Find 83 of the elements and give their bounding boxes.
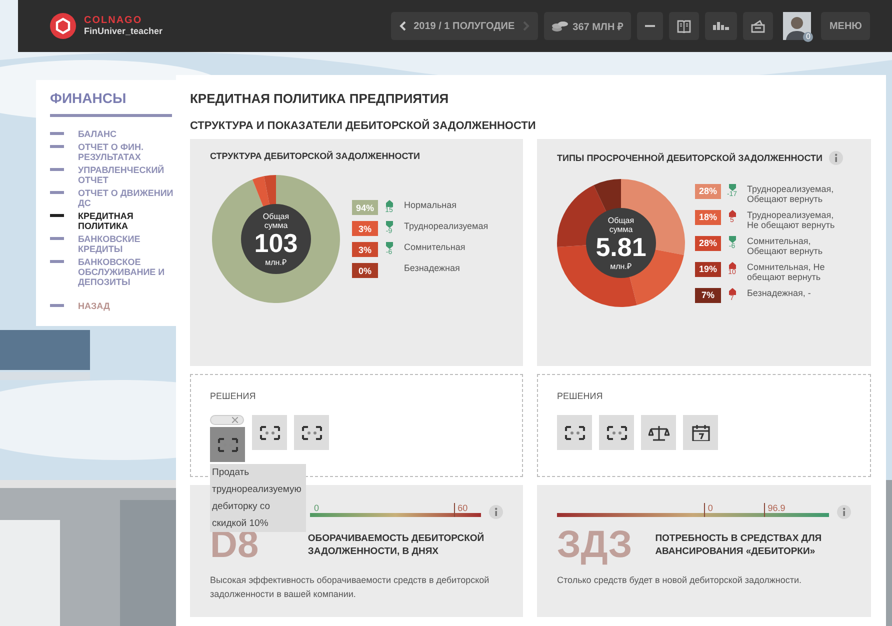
- logo-icon: [50, 13, 76, 39]
- sidebar-item[interactable]: ОТЧЕТ О ДВИЖЕНИИ ДС: [50, 188, 176, 208]
- decisions-title: РЕШЕНИЯ: [557, 391, 604, 401]
- balance-button[interactable]: 367 МЛН ₽: [544, 12, 632, 40]
- legend-label: Безнадежная, -: [747, 288, 812, 298]
- decision-tile[interactable]: [683, 415, 718, 450]
- coins-icon: [552, 19, 568, 33]
- sidebar-item[interactable]: УПРАВЛЕНЧЕСКИЙ ОТЧЕТ: [50, 165, 176, 185]
- share-badge: 0%: [352, 263, 378, 278]
- total-unit: млн.₽: [265, 256, 287, 266]
- decision-tile[interactable]: [294, 415, 329, 450]
- percent-frame-icon: [218, 438, 238, 452]
- legend-label: Труднореализуемая, Обещают вернуть: [747, 184, 835, 204]
- page-title: КРЕДИТНАЯ ПОЛИТИКА ПРЕДПРИЯТИЯ: [190, 91, 450, 106]
- info-icon[interactable]: [828, 151, 842, 165]
- chart-title: ТИПЫ ПРОСРОЧЕННОЙ ДЕБИТОРСКОЙ ЗАДОЛЖЕННОСТИ: [557, 153, 822, 163]
- info-icon[interactable]: [489, 505, 503, 519]
- legend-label: Безнадежная: [404, 263, 460, 273]
- total-value: 103: [254, 230, 298, 256]
- percent-frame-icon: [260, 426, 280, 440]
- chart-title: СТРУКТУРА ДЕБИТОРСКОЙ ЗАДОЛЖЕННОСТИ: [210, 151, 420, 161]
- scales-icon: [648, 424, 670, 440]
- avatar-icon[interactable]: [783, 12, 812, 40]
- calendar-icon: [692, 424, 710, 440]
- legend-label: Нормальная: [404, 200, 456, 210]
- notification-badge: 0: [803, 32, 814, 42]
- book-button[interactable]: [669, 12, 700, 40]
- legend-label: Труднореализуемая: [404, 221, 488, 231]
- menu-button[interactable]: МЕНЮ: [821, 12, 870, 40]
- sidebar-item[interactable]: КРЕДИТНАЯ ПОЛИТИКА: [50, 211, 176, 231]
- percent-frame-icon: [564, 426, 584, 440]
- minus-icon: [645, 25, 656, 27]
- share-badge: 28%: [695, 184, 721, 198]
- total-caption: Общая сумма: [606, 216, 636, 234]
- indicator-code: ЗДЗ: [557, 525, 634, 565]
- percent-frame-icon: [606, 426, 626, 440]
- decision-tile[interactable]: [252, 415, 287, 450]
- decision-tile[interactable]: [210, 427, 245, 462]
- indicator-title: ОБОРАЧИВАЕМОСТЬ ДЕБИТОРСКОЙ ЗАДОЛЖЕННОСТИ, В ДНЯХ: [308, 532, 486, 558]
- share-badge: 19%: [695, 262, 721, 276]
- chart-button[interactable]: [705, 12, 738, 40]
- period-label: 2019 / 1 ПОЛУГОДИЕ: [412, 20, 516, 32]
- share-badge: 3%: [352, 221, 378, 236]
- share-badge: 18%: [695, 210, 721, 224]
- total-value: 5.81: [596, 234, 646, 260]
- chevron-right-icon: [522, 20, 530, 30]
- indicator-title: ПОТРЕБНОСТЬ В СРЕДСТВАХ ДЛЯ АВАНСИРОВАНИЯ «ДЕБИТОРКИ»: [655, 532, 823, 558]
- book-icon: [677, 20, 692, 32]
- legend-label: Труднореализуемая, Не обещают вернуть: [747, 210, 836, 230]
- section-title: СТРУКТУРА И ПОКАЗАТЕЛИ ДЕБИТОРСКОЙ ЗАДОЛЖЕННОСТИ: [190, 120, 537, 132]
- gauge-marker: 0: [313, 503, 320, 515]
- chevron-left-icon: [398, 20, 406, 30]
- inbox-button[interactable]: [743, 12, 774, 40]
- sidebar-title: ФИНАНСЫ: [50, 90, 172, 117]
- share-badge: 28%: [695, 236, 721, 250]
- indicator-note: Высокая эффективность оборачиваемости средств в дебиторской задолженности в вашей компании.: [210, 574, 490, 601]
- user-name: FinUniver_teacher: [84, 26, 163, 36]
- info-icon[interactable]: [837, 505, 851, 519]
- share-badge: 94%: [352, 200, 378, 215]
- legend-label: Сомнительная: [404, 242, 466, 252]
- collapse-button[interactable]: [637, 12, 664, 40]
- share-badge: 3%: [352, 242, 378, 257]
- bar-chart-icon: [713, 22, 730, 30]
- total-unit: млн.₽: [610, 260, 632, 270]
- decision-tile[interactable]: [641, 415, 676, 450]
- total-caption: Общая сумма: [262, 212, 290, 230]
- share-badge: 7%: [695, 288, 721, 302]
- indicator-note: Столько средств будет в новой дебиторской задолжности.: [557, 574, 803, 587]
- close-icon: [232, 417, 238, 423]
- sidebar-item[interactable]: БАНКОВСКОЕ ОБСЛУЖИВАНИЕ И ДЕПОЗИТЫ: [50, 257, 176, 287]
- tray-icon: [751, 20, 766, 32]
- sidebar-item[interactable]: БАНКОВСКИЕ КРЕДИТЫ: [50, 234, 176, 254]
- decision-tile[interactable]: [557, 415, 592, 450]
- toggle-switch[interactable]: [210, 415, 244, 425]
- percent-frame-icon: [302, 426, 322, 440]
- legend-label: Сомнительная, Обещают вернуть: [747, 236, 824, 256]
- legend-label: Сомнительная, Не обещают вернуть: [747, 262, 826, 282]
- back-link[interactable]: НАЗАД: [50, 301, 176, 311]
- brand-name: COLNAGO: [84, 16, 144, 26]
- sidebar-item[interactable]: БАЛАНС: [50, 129, 176, 139]
- decision-tile[interactable]: [599, 415, 634, 450]
- decisions-title: РЕШЕНИЯ: [210, 391, 257, 401]
- sidebar-item[interactable]: ОТЧЕТ О ФИН. РЕЗУЛЬТАТАХ: [50, 142, 176, 162]
